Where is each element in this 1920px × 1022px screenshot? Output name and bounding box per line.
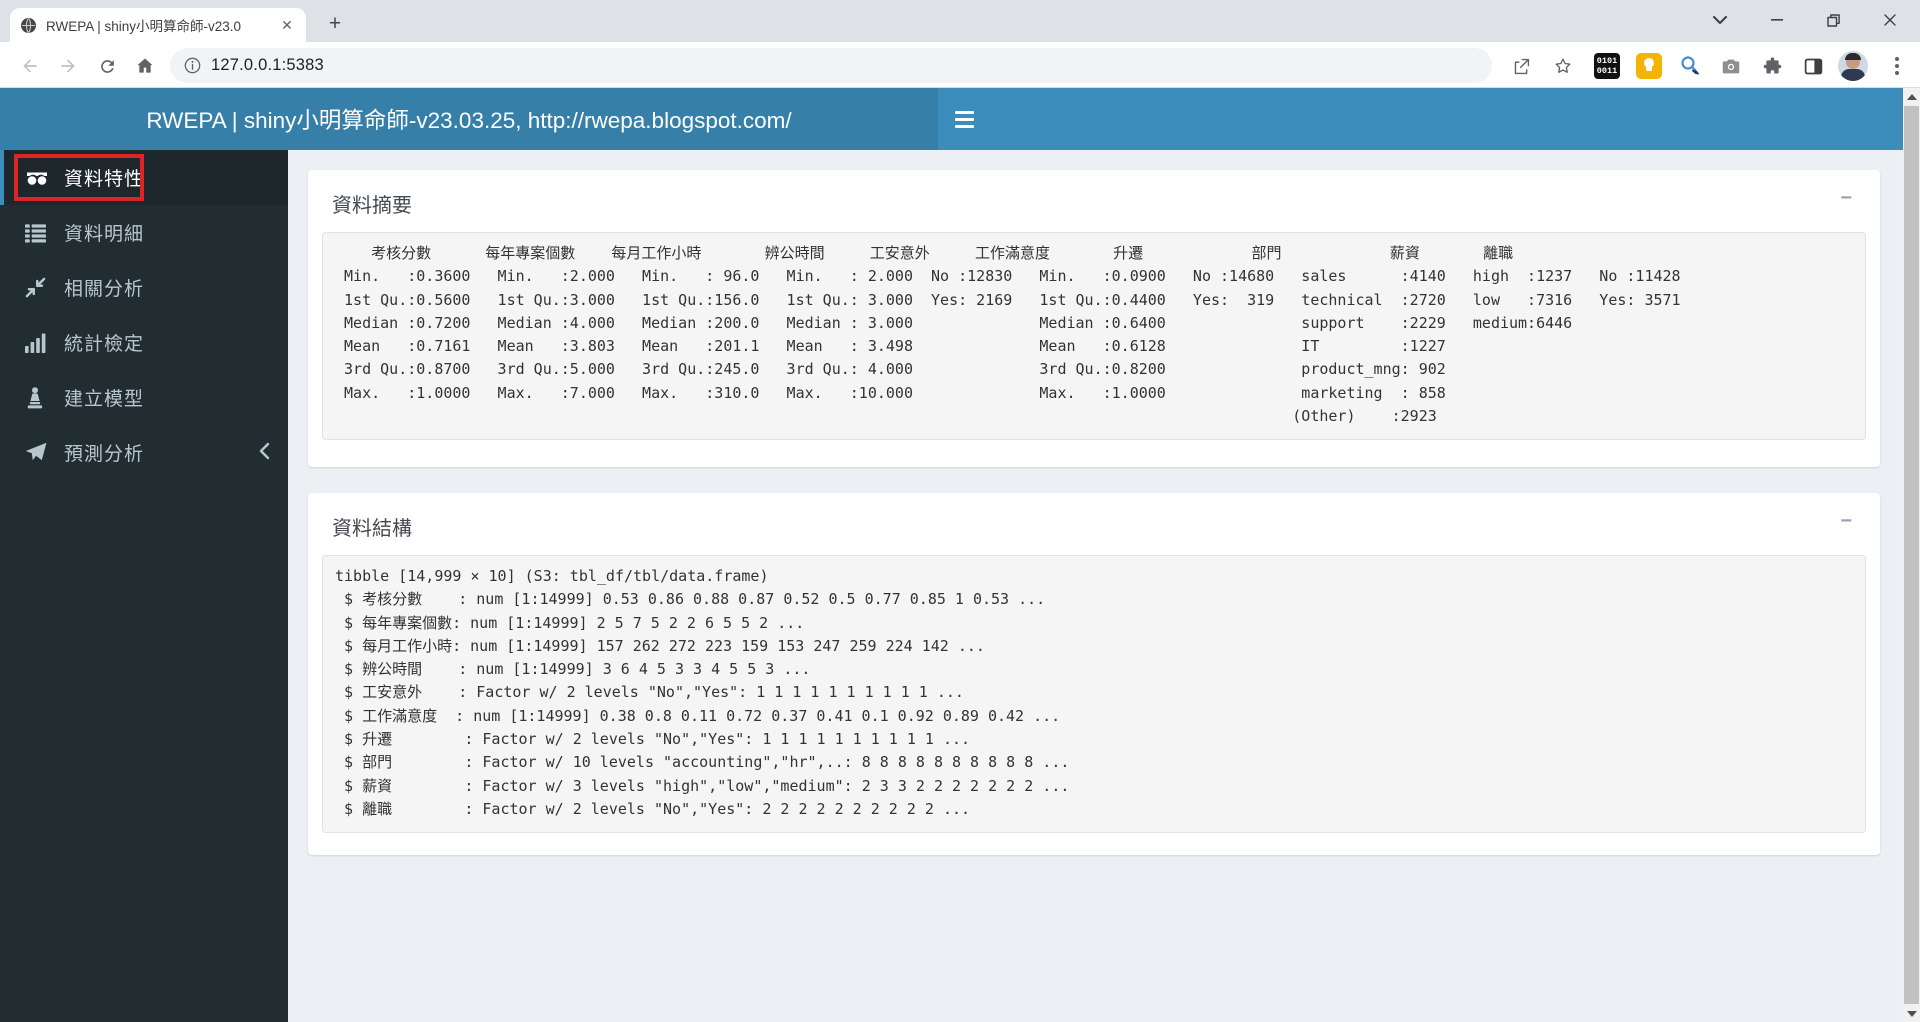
extension-camera-icon[interactable] xyxy=(1716,51,1746,81)
chevron-left-icon xyxy=(258,442,270,465)
address-bar[interactable]: 127.0.0.1:5383 xyxy=(170,48,1492,83)
back-icon[interactable] xyxy=(16,52,44,80)
forward-icon[interactable] xyxy=(54,52,82,80)
structure-output: tibble [14,999 × 10] (S3: tbl_df/tbl/dat… xyxy=(322,555,1866,833)
side-panel-icon[interactable] xyxy=(1798,51,1828,81)
scrollbar-thumb[interactable] xyxy=(1904,106,1919,1004)
structure-box-header: 資料結構 − xyxy=(308,493,1880,555)
sidebar-item-data-feature[interactable]: 資料特性 xyxy=(0,150,288,205)
summary-box-title: 資料摘要 xyxy=(332,195,412,217)
sidebar-item-label: 預測分析 xyxy=(64,444,145,465)
main-content: 資料摘要 − 考核分數 每年專案個數 每月工作小時 辨公時間 工安意外 工作滿意… xyxy=(288,150,1903,1022)
scrollbar-down-arrow-icon[interactable] xyxy=(1903,1005,1920,1022)
glasses-icon xyxy=(25,167,51,189)
browser-tab[interactable]: RWEPA | shiny小明算命師-v23.0 ✕ xyxy=(10,8,306,42)
sidebar-item-label: 相關分析 xyxy=(64,279,145,300)
window-restore-button[interactable] xyxy=(1811,4,1855,36)
tab-close-icon[interactable]: ✕ xyxy=(278,16,296,34)
summary-box: 資料摘要 − 考核分數 每年專案個數 每月工作小時 辨公時間 工安意外 工作滿意… xyxy=(308,170,1880,467)
scrollbar-up-arrow-icon[interactable] xyxy=(1903,88,1920,105)
bar-chart-icon xyxy=(25,332,51,354)
app-logo-bar: RWEPA | shiny小明算命師-v23.03.25, http://rwe… xyxy=(0,88,938,150)
sidebar-item-build-model[interactable]: 建立模型 xyxy=(0,370,288,425)
sidebar-item-label: 資料明細 xyxy=(64,224,145,245)
sidebar-menu: 資料特性 資料明細 相關分析 統計檢定 建立模型 預測分析 xyxy=(0,150,288,1022)
app-header: RWEPA | shiny小明算命師-v23.03.25, http://rwe… xyxy=(0,88,1903,150)
browser-tab-strip: RWEPA | shiny小明算命師-v23.0 ✕ + xyxy=(0,0,1920,42)
sidebar-item-label: 建立模型 xyxy=(64,389,145,410)
app-viewport: RWEPA | shiny小明算命師-v23.03.25, http://rwe… xyxy=(0,88,1903,1022)
summary-box-header: 資料摘要 − xyxy=(308,170,1880,232)
extension-keep-icon[interactable] xyxy=(1634,51,1664,81)
new-tab-button[interactable]: + xyxy=(322,12,348,38)
sidebar-item-data-detail[interactable]: 資料明細 xyxy=(0,205,288,260)
extension-binary-icon[interactable]: 0101 0011 xyxy=(1592,51,1622,81)
url-text: 127.0.0.1:5383 xyxy=(211,56,324,74)
sidebar-item-prediction[interactable]: 預測分析 xyxy=(0,425,288,480)
extensions-puzzle-icon[interactable] xyxy=(1757,51,1787,81)
sidebar-item-correlation[interactable]: 相關分析 xyxy=(0,260,288,315)
sidebar-toggle-hamburger-icon[interactable] xyxy=(938,88,990,150)
window-minimize-button[interactable] xyxy=(1755,4,1799,36)
site-info-icon[interactable] xyxy=(184,57,201,74)
tab-title: RWEPA | shiny小明算命師-v23.0 xyxy=(46,19,242,34)
bookmark-star-icon[interactable] xyxy=(1548,51,1578,81)
structure-box-title: 資料結構 xyxy=(332,518,412,540)
list-icon xyxy=(25,222,51,244)
collapse-minus-icon[interactable]: − xyxy=(1836,511,1856,531)
chess-piece-icon xyxy=(25,386,51,409)
app-navbar xyxy=(938,88,1903,150)
summary-output: 考核分數 每年專案個數 每月工作小時 辨公時間 工安意外 工作滿意度 升遷 部門… xyxy=(322,232,1866,440)
browser-menu-kebab-icon[interactable] xyxy=(1882,51,1912,81)
page-scrollbar[interactable] xyxy=(1903,88,1920,1022)
sidebar-item-statistics[interactable]: 統計檢定 xyxy=(0,315,288,370)
sidebar-item-label: 統計檢定 xyxy=(64,334,145,355)
structure-box: 資料結構 − tibble [14,999 × 10] (S3: tbl_df/… xyxy=(308,493,1880,855)
app-title: RWEPA | shiny小明算命師-v23.03.25, http://rwe… xyxy=(146,108,792,133)
compress-arrows-icon xyxy=(25,277,51,299)
profile-avatar[interactable] xyxy=(1838,51,1868,81)
screen: RWEPA | shiny小明算命師-v23.0 ✕ + 127.0.0.1:5… xyxy=(0,0,1920,1022)
window-close-button[interactable] xyxy=(1868,4,1912,36)
paper-plane-icon xyxy=(25,442,51,464)
sidebar-item-label: 資料特性 xyxy=(64,169,145,190)
reload-icon[interactable] xyxy=(93,52,121,80)
extension-search-pen-icon[interactable] xyxy=(1675,51,1705,81)
tab-favicon-globe-icon xyxy=(21,17,36,33)
share-icon[interactable] xyxy=(1506,51,1536,81)
collapse-minus-icon[interactable]: − xyxy=(1836,188,1856,208)
home-icon[interactable] xyxy=(131,52,159,80)
tab-search-chevron-icon[interactable] xyxy=(1698,4,1742,36)
